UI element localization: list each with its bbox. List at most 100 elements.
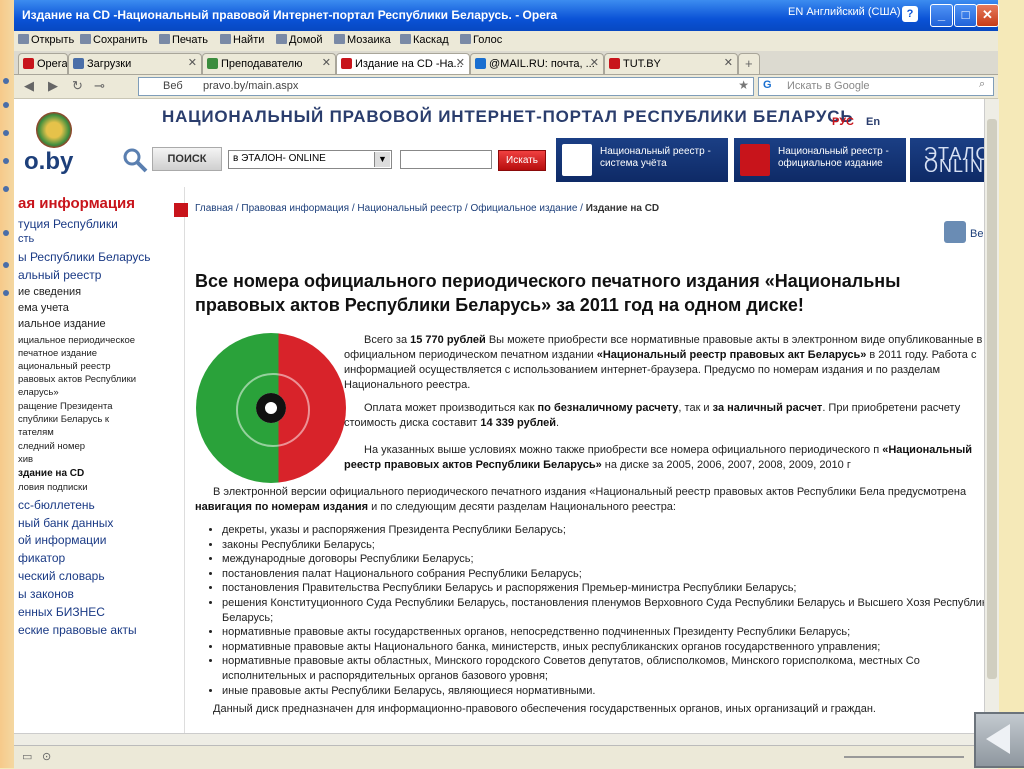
sidebar-item[interactable]: ческий словарь <box>18 569 105 583</box>
tab-teacher[interactable]: Преподавателю ✕ <box>202 53 336 74</box>
print-version-link[interactable]: Ве <box>970 228 983 240</box>
tab-mail[interactable]: @MAIL.RU: почта, ... ✕ <box>470 53 604 74</box>
sidebar-item[interactable]: ный банк данных <box>18 516 113 530</box>
reload-icon[interactable]: ↻ <box>72 78 83 94</box>
printer-icon[interactable] <box>944 221 966 243</box>
breadcrumb-legal-info[interactable]: Правовая информация <box>241 203 349 214</box>
language-indicator[interactable]: EN Английский (США) <box>788 6 901 18</box>
breadcrumb-registry[interactable]: Национальный реестр <box>357 203 462 214</box>
menu-home[interactable]: Домой <box>276 34 323 46</box>
lang-rus-link[interactable]: РУС <box>832 116 854 128</box>
list-item: нормативные правовые акты областных, Мин… <box>222 654 984 683</box>
list-item: постановления палат Национального собран… <box>222 567 984 582</box>
new-tab-button[interactable]: + <box>738 53 760 74</box>
logo-text: o.by <box>24 148 74 175</box>
tab-cd-edition[interactable]: Издание на CD -На... ✕ <box>336 53 470 74</box>
sections-list: декреты, указы и распоряжения Президента… <box>204 523 984 698</box>
print-icon <box>159 34 170 44</box>
sidebar-item[interactable]: ы Республики Беларусь <box>18 250 151 264</box>
sidebar-item[interactable]: иальное издание <box>18 318 106 330</box>
minimize-button[interactable]: _ <box>930 4 953 27</box>
list-item: нормативные правовые акты Национального … <box>222 640 984 655</box>
close-tab-icon[interactable]: ✕ <box>188 56 197 69</box>
help-icon[interactable]: ? <box>902 6 918 22</box>
lang-en-link[interactable]: En <box>866 116 880 128</box>
site-logo[interactable]: o.by <box>14 104 114 179</box>
close-tab-icon[interactable]: ✕ <box>590 56 599 69</box>
banner-registry-system[interactable]: Национальный реестр - система учёта <box>556 138 728 182</box>
speed-dial-icon[interactable]: ⊙ <box>42 750 51 763</box>
sidebar-item[interactable]: енных БИЗНЕС <box>18 605 105 619</box>
site-search-input[interactable] <box>400 150 492 169</box>
tab-opera[interactable]: Opera <box>18 53 68 74</box>
sidebar-item[interactable]: фикатор <box>18 551 65 565</box>
close-tab-icon[interactable]: ✕ <box>724 56 733 69</box>
sidebar-item[interactable]: тателям <box>18 427 54 438</box>
sidebar-item[interactable]: ой информации <box>18 533 106 547</box>
sidebar-item[interactable]: туция Республики <box>18 217 118 231</box>
sidebar-item[interactable]: хив <box>18 454 33 465</box>
sidebar-item[interactable]: сть <box>18 233 34 245</box>
menu-save[interactable]: Сохранить <box>80 34 148 46</box>
menu-print[interactable]: Печать <box>159 34 208 46</box>
sidebar-item[interactable]: следний номер <box>18 441 85 452</box>
address-field[interactable]: Веб pravo.by/main.aspx ★ <box>138 77 754 96</box>
close-tab-icon[interactable]: ✕ <box>322 56 331 69</box>
sidebar-item[interactable]: еские правовые акты <box>18 623 137 637</box>
sidebar-item[interactable]: ациональный реестр <box>18 361 111 372</box>
menu-find[interactable]: Найти <box>220 34 264 46</box>
sidebar-item[interactable]: ициальное периодическое <box>18 335 135 346</box>
vertical-scrollbar[interactable] <box>984 99 999 733</box>
menu-voice[interactable]: Голос <box>460 34 502 46</box>
forward-icon[interactable]: ▶ <box>48 78 58 94</box>
sidebar-item[interactable]: печатное издание <box>18 348 97 359</box>
tab-downloads[interactable]: Загрузки ✕ <box>68 53 202 74</box>
tab-tutby[interactable]: TUT.BY ✕ <box>604 53 738 74</box>
sidebar-item[interactable]: ы законов <box>18 587 74 601</box>
list-item: международные договоры Республики Белару… <box>222 552 984 567</box>
google-search-field[interactable]: Искать в Google G ⌕ <box>758 77 994 96</box>
list-item: декреты, указы и распоряжения Президента… <box>222 523 984 538</box>
sidebar-item[interactable]: ема учета <box>18 302 69 314</box>
banner-etalon-online[interactable]: ЭТАЛОН ONLINE <box>910 138 984 182</box>
home-icon <box>276 34 287 44</box>
panel-toggle-icon[interactable]: ▭ <box>22 750 32 763</box>
mail-icon <box>475 58 486 69</box>
close-tab-icon[interactable]: ✕ <box>456 56 465 69</box>
maximize-button[interactable]: □ <box>954 4 977 27</box>
window-title: Издание на CD -Национальный правовой Инт… <box>22 8 558 22</box>
sidebar-item[interactable]: альный реестр <box>18 268 101 282</box>
menu-tile[interactable]: Мозаика <box>334 34 391 46</box>
sidebar-heading[interactable]: ая информация <box>18 195 135 212</box>
breadcrumb-official[interactable]: Официальное издание <box>470 203 577 214</box>
address-toolbar: ◀ ▶ ↻ ⊸ Веб pravo.by/main.aspx ★ Искать … <box>14 75 998 99</box>
address-mode-label: Веб <box>163 80 183 92</box>
breadcrumb-home[interactable]: Главная <box>195 203 233 214</box>
close-button[interactable]: ✕ <box>976 4 999 27</box>
stop-icon[interactable]: ⊸ <box>94 78 105 94</box>
search-scope-select[interactable]: в ЭТАЛОН- ONLINE ▼ <box>228 150 392 169</box>
back-icon[interactable]: ◀ <box>24 78 34 94</box>
sidebar-item[interactable]: ие сведения <box>18 286 81 298</box>
banner-registry-official[interactable]: Национальный реестр - официальное издани… <box>734 138 906 182</box>
sidebar-item[interactable]: ращение Президента <box>18 401 113 412</box>
menu-cascade[interactable]: Каскад <box>400 34 449 46</box>
menu-open[interactable]: Открыть <box>18 34 74 46</box>
search-icon[interactable]: ⌕ <box>979 78 985 91</box>
sidebar-item[interactable]: равовых актов Республики <box>18 374 136 385</box>
opera-icon <box>23 58 34 69</box>
scrollbar-thumb[interactable] <box>987 119 997 679</box>
sidebar-item[interactable]: еларусь» <box>18 387 59 398</box>
zoom-slider[interactable] <box>844 756 964 758</box>
slide-back-button[interactable] <box>974 712 1024 768</box>
sidebar-item[interactable]: спублики Беларусь к <box>18 414 109 425</box>
google-icon: G <box>763 79 772 91</box>
sidebar-item[interactable]: сс-бюллетень <box>18 498 95 512</box>
banner-etalon-text: ЭТАЛОН ONLINE <box>924 144 984 176</box>
sidebar-item[interactable]: ловия подписки <box>18 482 88 493</box>
sidebar-item-active[interactable]: здание на CD <box>18 468 84 479</box>
paragraph-navigation: В электронной версии официального период… <box>195 486 967 513</box>
toolbar: Открыть Сохранить Печать Найти Домой Моз… <box>14 31 998 52</box>
bookmark-star-icon[interactable]: ★ <box>738 78 749 92</box>
site-search-button[interactable]: Искать <box>498 150 546 171</box>
